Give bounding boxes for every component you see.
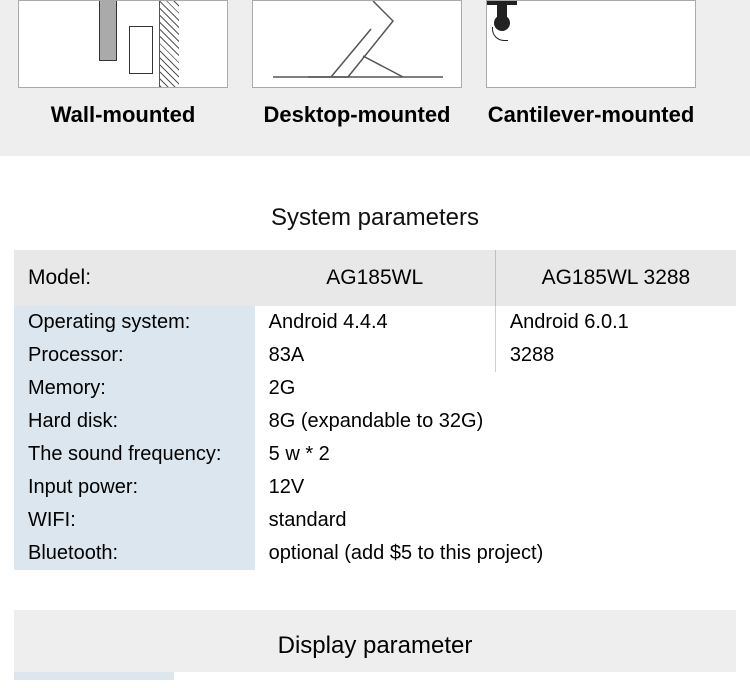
table-row: Processor: 83A 3288 (14, 339, 736, 372)
harddisk-label: Hard disk: (14, 405, 255, 438)
processor-label: Processor: (14, 339, 255, 372)
table-header-row: Model: AG185WL AG185WL 3288 (14, 250, 736, 306)
cantilever-mount-illustration (486, 0, 696, 88)
wall-mount-label: Wall-mounted (51, 102, 196, 128)
mount-desktop-card: Desktop-mounted (252, 0, 462, 128)
system-params-table: Model: AG185WL AG185WL 3288 Operating sy… (14, 250, 736, 570)
os-label: Operating system: (14, 306, 255, 339)
system-params-title: System parameters (0, 156, 750, 250)
table-row: Operating system: Android 4.4.4 Android … (14, 306, 736, 339)
bluetooth-value: optional (add $5 to this project) (255, 537, 736, 570)
memory-label: Memory: (14, 372, 255, 405)
table-row: Input power: 12V (14, 471, 736, 504)
os-value-2: Android 6.0.1 (495, 306, 736, 339)
os-value-1: Android 4.4.4 (255, 306, 496, 339)
desktop-mount-label: Desktop-mounted (264, 102, 451, 128)
wifi-value: standard (255, 504, 736, 537)
model-col1: AG185WL (255, 250, 496, 306)
sound-label: The sound frequency: (14, 438, 255, 471)
harddisk-value: 8G (expandable to 32G) (255, 405, 736, 438)
mount-options-row: Wall-mounted Desktop-mounted Cantilever-… (0, 0, 750, 156)
table-row: Bluetooth: optional (add $5 to this proj… (14, 537, 736, 570)
bluetooth-label: Bluetooth: (14, 537, 255, 570)
table-row: Hard disk: 8G (expandable to 32G) (14, 405, 736, 438)
model-col2: AG185WL 3288 (495, 250, 736, 306)
display-table-stub (14, 672, 174, 680)
display-params-title: Display parameter (14, 610, 736, 672)
table-row: WIFI: standard (14, 504, 736, 537)
power-label: Input power: (14, 471, 255, 504)
cantilever-mount-label: Cantilever-mounted (488, 102, 695, 128)
memory-value: 2G (255, 372, 736, 405)
wifi-label: WIFI: (14, 504, 255, 537)
processor-value-1: 83A (255, 339, 496, 372)
sound-value: 5 w * 2 (255, 438, 736, 471)
power-value: 12V (255, 471, 736, 504)
processor-value-2: 3288 (495, 339, 736, 372)
model-label: Model: (14, 250, 255, 306)
table-row: The sound frequency: 5 w * 2 (14, 438, 736, 471)
mount-cantilever-card: Cantilever-mounted (486, 0, 696, 128)
desktop-mount-illustration (252, 0, 462, 88)
table-row: Memory: 2G (14, 372, 736, 405)
wall-mount-illustration (18, 0, 228, 88)
mount-wall-card: Wall-mounted (18, 0, 228, 128)
